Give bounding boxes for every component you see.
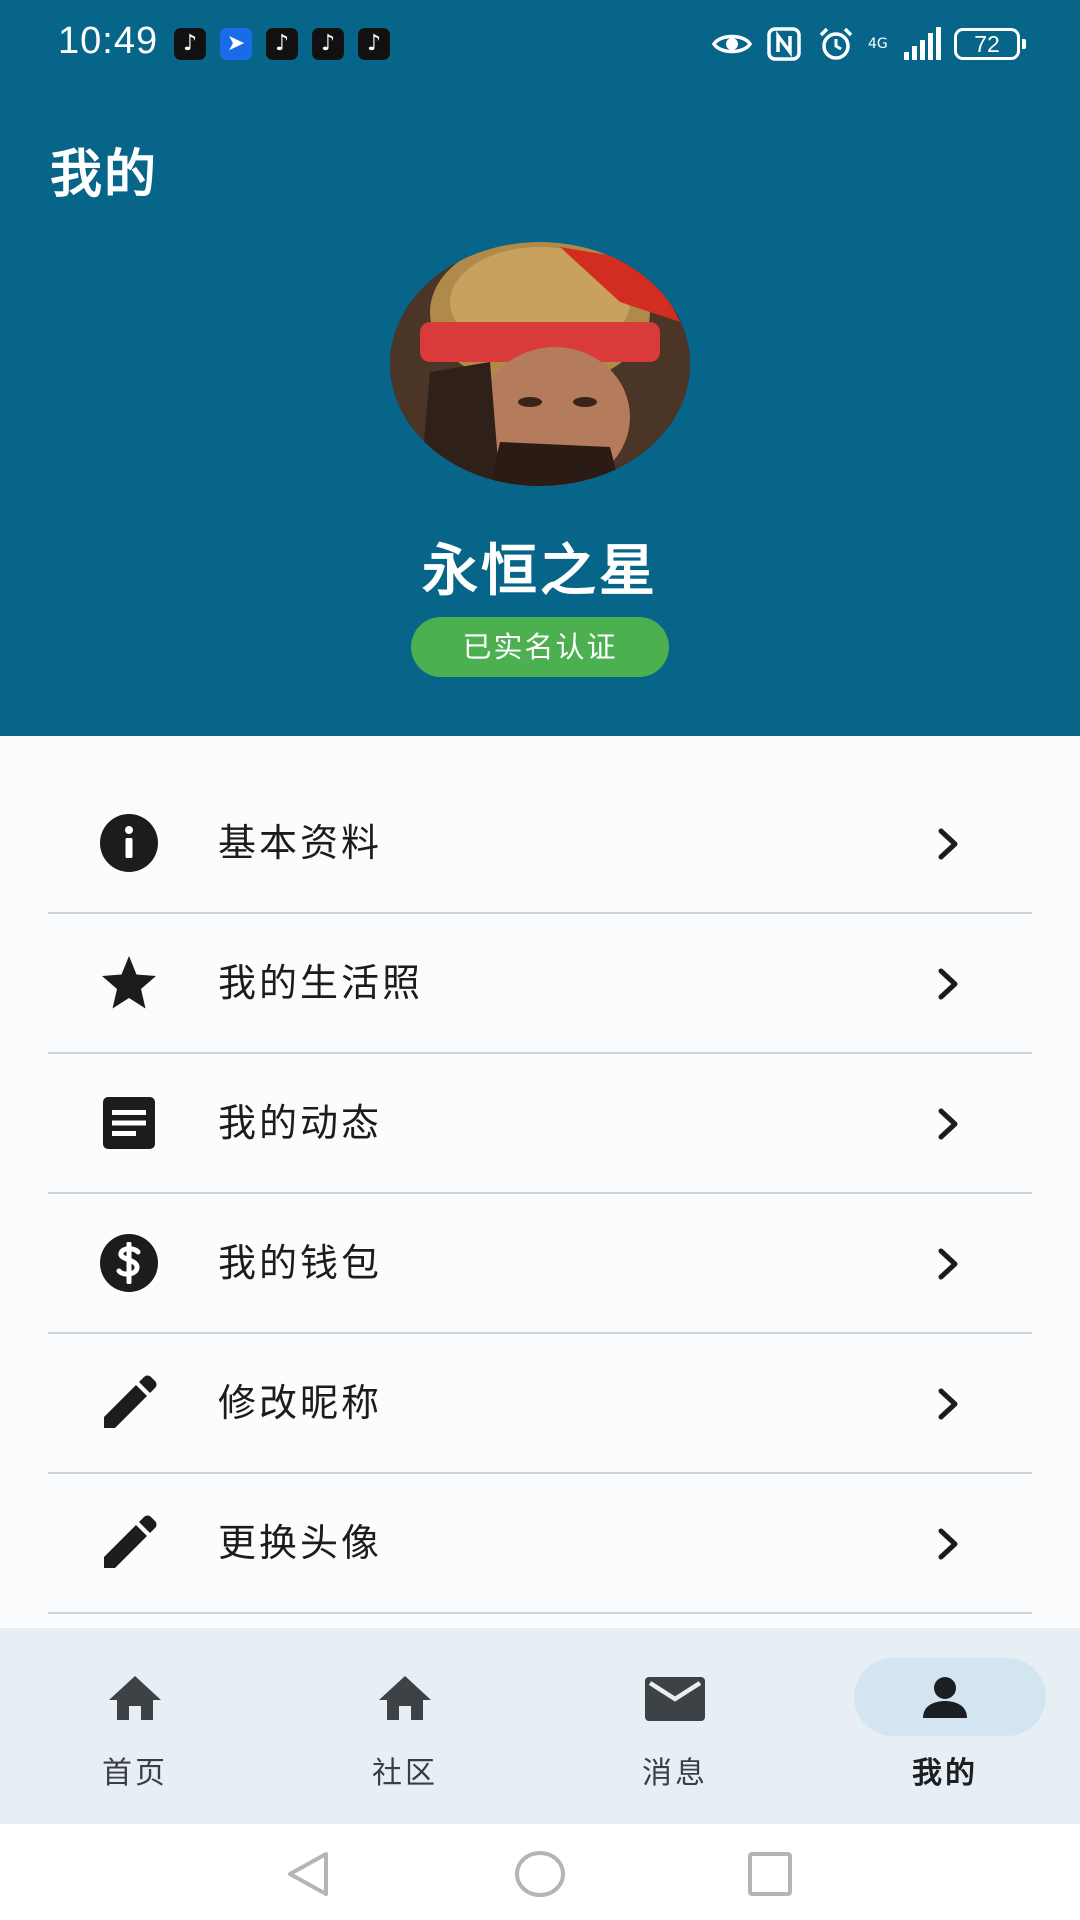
signal-icon <box>904 27 941 60</box>
profile-menu: 基本资料 我的生活照 我的动态 我的钱包 修改昵称 更换头像 <box>48 774 1032 1614</box>
nfc-icon <box>767 27 801 61</box>
page-title: 我的 <box>50 145 159 205</box>
home-icon <box>375 1668 435 1728</box>
tiktok-icon: ♪ <box>266 28 298 60</box>
chevron-right-icon <box>928 1522 968 1566</box>
menu-item-my-posts[interactable]: 我的动态 <box>48 1054 1032 1194</box>
info-icon <box>98 812 160 874</box>
chevron-right-icon <box>928 822 968 866</box>
status-bar: 10:49 ♪ ➤ ♪ ♪ ♪ 4G 72 <box>0 0 1080 88</box>
avatar[interactable] <box>390 242 690 486</box>
status-time: 10:49 <box>58 20 159 62</box>
battery-indicator: 72 <box>954 28 1026 60</box>
profile-screen: 10:49 ♪ ➤ ♪ ♪ ♪ 4G 72 我的 永恒之星 已实名认证 基本资料… <box>0 0 1080 1920</box>
menu-item-change-nickname[interactable]: 修改昵称 <box>48 1334 1032 1474</box>
home-icon <box>105 1668 165 1728</box>
tiktok-icon: ♪ <box>174 28 206 60</box>
tiktok-icon: ♪ <box>358 28 390 60</box>
nav-tab-messages[interactable]: 消息 <box>540 1628 810 1824</box>
menu-item-basic-info[interactable]: 基本资料 <box>48 774 1032 914</box>
verified-badge: 已实名认证 <box>411 617 669 677</box>
nav-tab-profile[interactable]: 我的 <box>810 1628 1080 1824</box>
back-button[interactable] <box>282 1846 338 1902</box>
menu-item-life-photos[interactable]: 我的生活照 <box>48 914 1032 1054</box>
article-icon <box>98 1092 160 1154</box>
menu-item-label: 我的钱包 <box>218 1241 383 1285</box>
username: 永恒之星 <box>422 539 658 604</box>
nav-tab-home[interactable]: 首页 <box>0 1628 270 1824</box>
nav-tab-community[interactable]: 社区 <box>270 1628 540 1824</box>
menu-item-label: 更换头像 <box>218 1521 383 1565</box>
chevron-right-icon <box>928 962 968 1006</box>
system-icons: 4G 72 <box>712 24 1026 64</box>
menu-item-label: 我的生活照 <box>218 961 424 1005</box>
bird-app-icon: ➤ <box>220 28 252 60</box>
system-nav-bar <box>0 1824 1080 1920</box>
eye-icon <box>712 34 752 54</box>
dollar-icon <box>98 1232 160 1294</box>
chevron-right-icon <box>928 1242 968 1286</box>
nav-label: 消息 <box>642 1756 708 1791</box>
person-icon <box>915 1668 975 1728</box>
star-icon <box>98 952 160 1014</box>
tiktok-icon: ♪ <box>312 28 344 60</box>
bottom-nav: 首页 社区 消息 我的 <box>0 1628 1080 1824</box>
nav-label: 社区 <box>372 1756 438 1791</box>
menu-item-wallet[interactable]: 我的钱包 <box>48 1194 1032 1334</box>
profile-header: 10:49 ♪ ➤ ♪ ♪ ♪ 4G 72 我的 永恒之星 已实名认证 <box>0 0 1080 736</box>
chevron-right-icon <box>928 1382 968 1426</box>
menu-item-label: 修改昵称 <box>218 1381 383 1425</box>
notification-icons: ♪ ➤ ♪ ♪ ♪ <box>174 28 390 60</box>
pencil-icon <box>98 1512 160 1574</box>
avatar-image <box>390 242 690 486</box>
menu-item-label: 基本资料 <box>218 821 383 865</box>
home-button[interactable] <box>512 1846 568 1902</box>
mail-icon <box>645 1668 705 1728</box>
menu-item-label: 我的动态 <box>218 1101 383 1145</box>
pencil-icon <box>98 1372 160 1434</box>
nav-label: 我的 <box>912 1756 978 1791</box>
recents-button[interactable] <box>742 1846 798 1902</box>
chevron-right-icon <box>928 1102 968 1146</box>
network-type: 4G <box>868 36 888 52</box>
alarm-icon <box>819 27 853 60</box>
nav-label: 首页 <box>102 1756 168 1791</box>
menu-item-change-avatar[interactable]: 更换头像 <box>48 1474 1032 1614</box>
